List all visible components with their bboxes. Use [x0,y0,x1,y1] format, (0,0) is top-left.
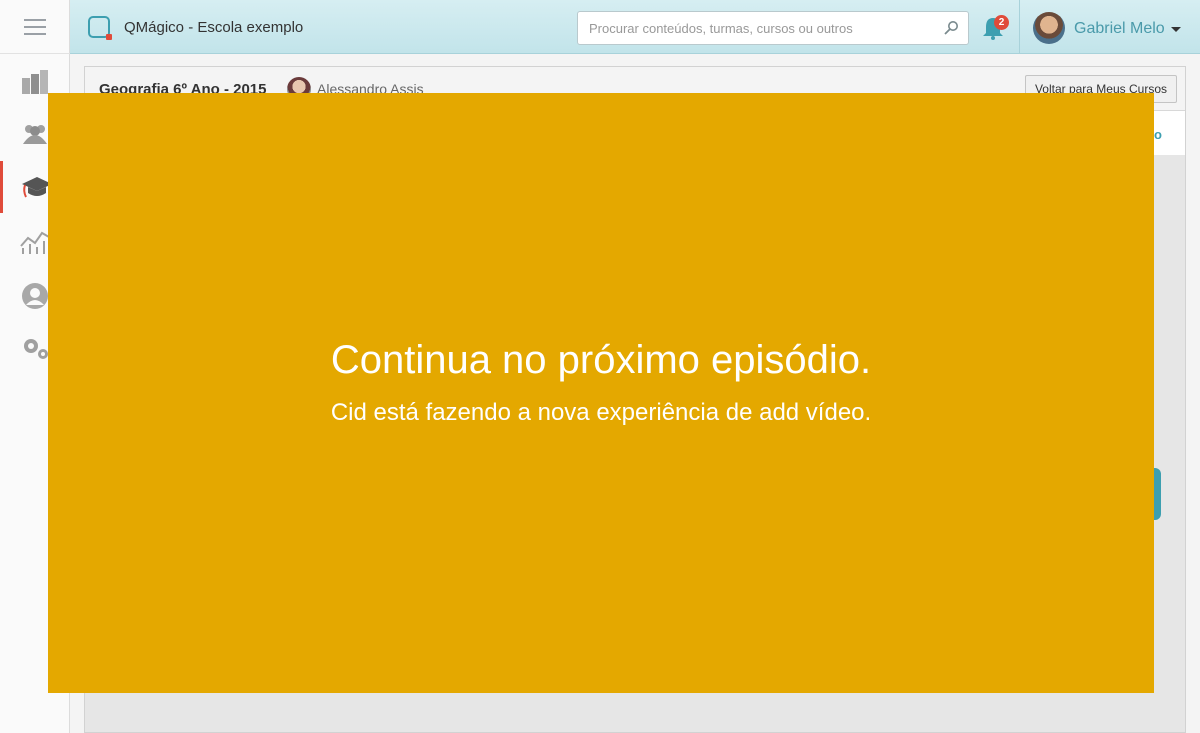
gears-icon [24,339,48,359]
coming-soon-overlay: Continua no próximo episódio. Cid está f… [48,93,1154,693]
search-icon[interactable] [943,20,959,36]
analytics-icon [20,231,50,254]
overlay-title: Continua no próximo episódio. [330,338,872,382]
people-icon [23,125,47,144]
top-bar: QMágico - Escola exemplo 2 Gabriel Melo [70,0,1200,54]
topbar-divider [1019,0,1020,53]
user-profile-icon [22,283,48,309]
books-icon [22,70,48,94]
qmagico-logo-icon[interactable] [88,16,112,40]
menu-button[interactable] [0,0,70,54]
overlay-subtitle: Cid está fazendo a nova experiência de a… [330,399,872,426]
app-title: QMágico - Escola exemplo [124,19,304,36]
user-avatar[interactable] [1033,12,1065,44]
search-box [577,11,969,45]
user-name[interactable]: Gabriel Melo [1074,20,1165,38]
search-input[interactable] [578,12,928,44]
chevron-down-icon[interactable] [1171,27,1181,32]
hamburger-icon [24,25,46,28]
notification-count-badge: 2 [994,15,1009,30]
